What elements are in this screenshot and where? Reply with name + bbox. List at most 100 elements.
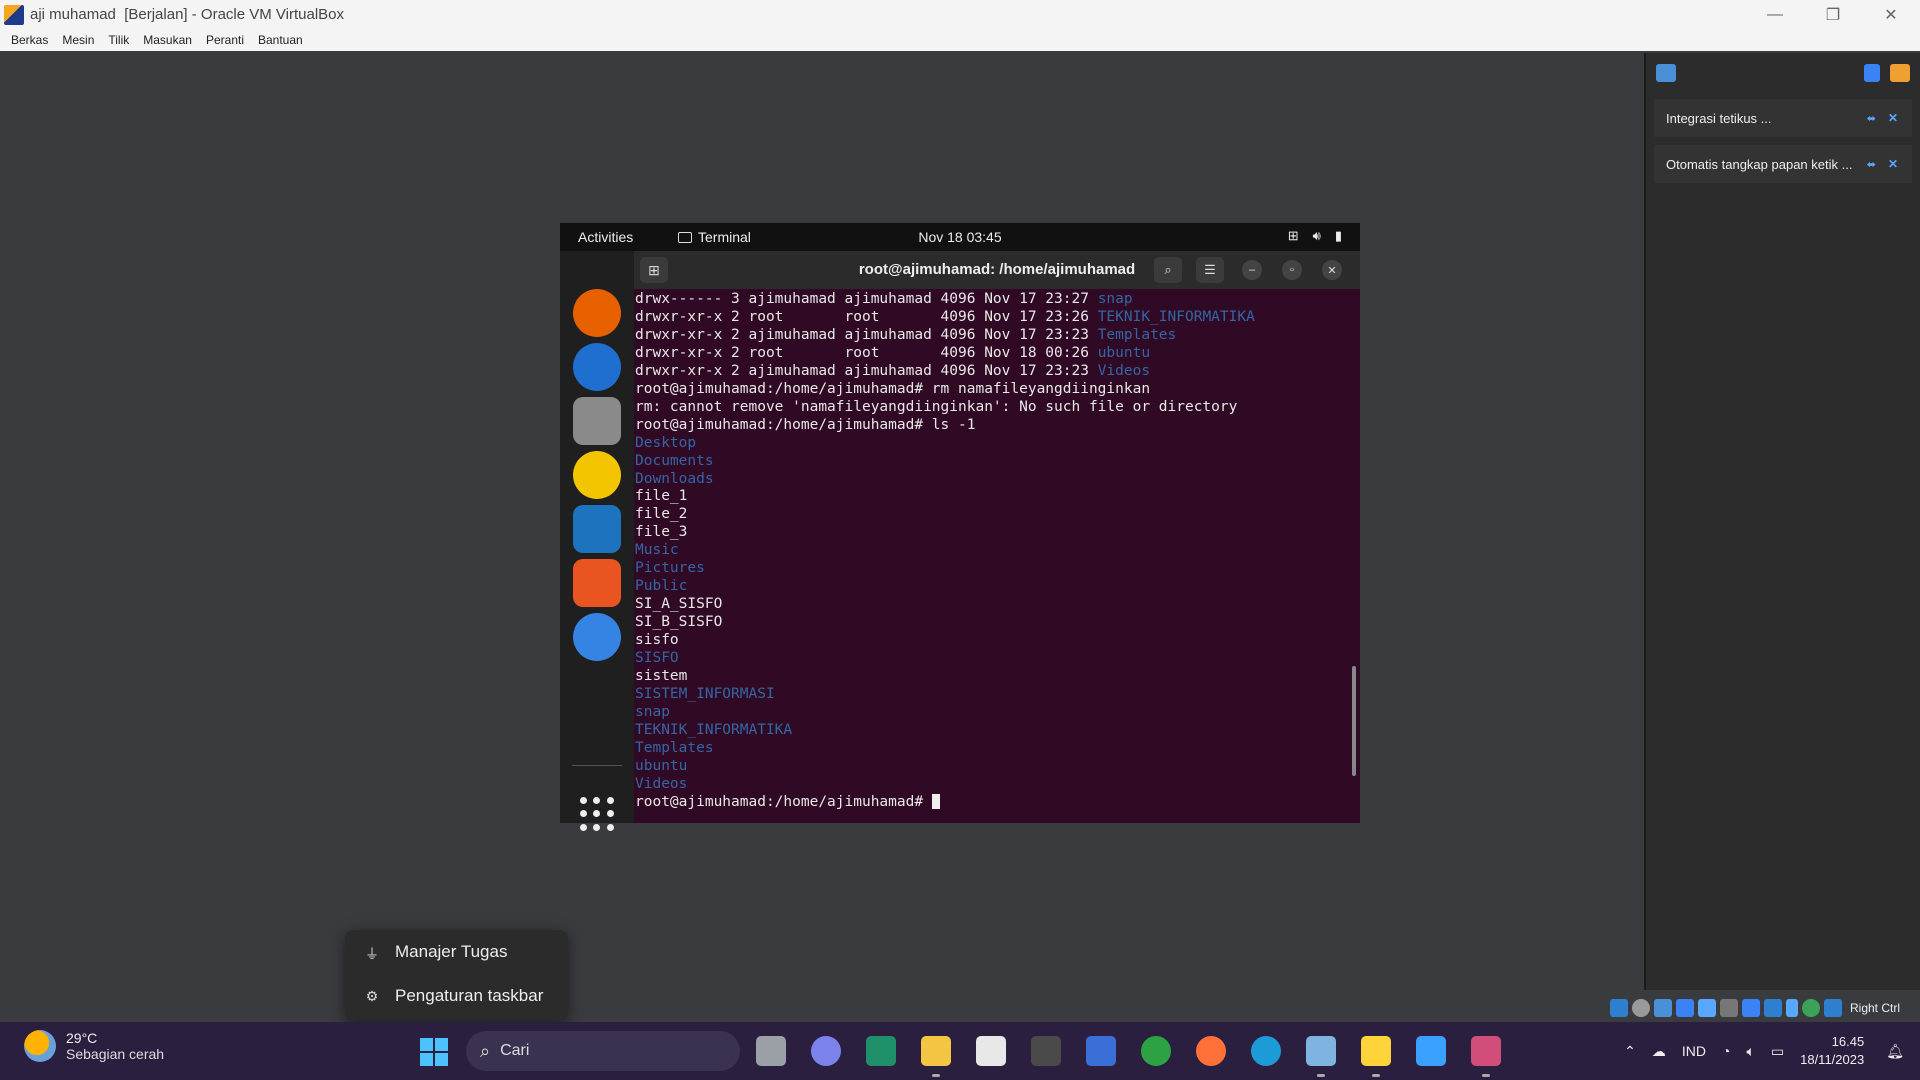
terminal-line-text: root@ajimuhamad:/home/ajimuhamad# ls -1: [635, 416, 976, 433]
terminal-line: ubuntu: [635, 758, 1360, 776]
terminal-line: drwxr-xr-x 2 ajimuhamad ajimuhamad 4096 …: [635, 327, 1360, 345]
python-icon[interactable]: [1361, 1036, 1391, 1066]
terminal-maximize-button[interactable]: ▫: [1282, 260, 1302, 280]
pin-icon[interactable]: ⬌: [1867, 112, 1876, 125]
new-tab-button[interactable]: ⊞: [640, 257, 668, 283]
time: 16.45: [1831, 1034, 1865, 1049]
notifications-icon[interactable]: 🔔︎: [1886, 1043, 1904, 1060]
terminal-minimize-button[interactable]: –: [1242, 260, 1262, 280]
weather-widget[interactable]: 29°C Sebagian cerah: [24, 1030, 164, 1062]
wifi-icon[interactable]: ◔: [1722, 1043, 1730, 1059]
files-icon[interactable]: [573, 397, 621, 445]
system-menu[interactable]: ⊞ 🔊︎ ▮: [1288, 228, 1342, 244]
writer-icon[interactable]: [573, 505, 621, 553]
host-key-label: Right Ctrl: [1850, 1001, 1901, 1015]
search-button[interactable]: ⌕: [1154, 257, 1182, 283]
virtualbox-icon[interactable]: [1306, 1036, 1336, 1066]
window-title: aji muhamad [Berjalan] - Oracle VM Virtu…: [30, 6, 345, 23]
thunderbird-icon[interactable]: [573, 343, 621, 391]
menu-berkas[interactable]: Berkas: [4, 33, 55, 47]
notification-panel: Integrasi tetikus ... ⬌ ✕ Otomatis tangk…: [1644, 53, 1920, 990]
app-menu[interactable]: Terminal: [678, 229, 751, 245]
hamburger-menu-button[interactable]: ☰: [1196, 257, 1224, 283]
unity-icon[interactable]: [1031, 1036, 1061, 1066]
dismiss-icon[interactable]: ✕: [1888, 111, 1898, 125]
usb-icon[interactable]: [1698, 999, 1716, 1017]
pin-icon[interactable]: ⬌: [1867, 158, 1876, 171]
terminal-line: drwx------ 3 ajimuhamad ajimuhamad 4096 …: [635, 291, 1360, 309]
help-icon[interactable]: [573, 613, 621, 661]
terminal-close-button[interactable]: ✕: [1322, 260, 1342, 280]
firefox-icon[interactable]: [573, 289, 621, 337]
vm-screen[interactable]: Activities Terminal Nov 18 03:45 ⊞ 🔊︎ ▮ …: [560, 223, 1360, 831]
activities-button[interactable]: Activities: [578, 229, 633, 245]
terminal-scrollbar[interactable]: [1352, 666, 1356, 776]
show-apps-icon[interactable]: [580, 797, 614, 831]
menu-tilik[interactable]: Tilik: [101, 33, 136, 47]
menu-masukan[interactable]: Masukan: [136, 33, 199, 47]
cpu-icon[interactable]: [1786, 999, 1798, 1017]
teams-icon[interactable]: [811, 1036, 841, 1066]
restore-button[interactable]: ❐: [1804, 0, 1862, 29]
rhythmbox-icon[interactable]: [573, 451, 621, 499]
minimize-button[interactable]: —: [1746, 0, 1804, 29]
software-icon[interactable]: [573, 559, 621, 607]
vs-icon[interactable]: [1086, 1036, 1116, 1066]
xbox-icon[interactable]: [1141, 1036, 1171, 1066]
display-icon[interactable]: [1742, 999, 1760, 1017]
start-button[interactable]: [420, 1038, 448, 1066]
keyboard-capture-icon[interactable]: [1824, 999, 1842, 1017]
directory-name: Public: [635, 578, 688, 595]
notification-item[interactable]: Integrasi tetikus ... ⬌ ✕: [1654, 99, 1912, 137]
dismiss-icon[interactable]: ✕: [1888, 157, 1898, 171]
menu-item-task-manager[interactable]: ⏚ Manajer Tugas: [345, 930, 568, 974]
edge-icon[interactable]: [1251, 1036, 1281, 1066]
chevron-up-icon[interactable]: ⌃: [1624, 1043, 1636, 1060]
menu-bantuan[interactable]: Bantuan: [251, 33, 310, 47]
terminal-window[interactable]: ⊞ root@ajimuhamad: /home/ajimuhamad ⌕ ☰ …: [634, 251, 1360, 823]
directory-name: TEKNIK_INFORMATIKA: [635, 721, 793, 738]
terminal-icon: [678, 231, 692, 243]
network-adapter-icon[interactable]: [1676, 999, 1694, 1017]
directory-name: Downloads: [635, 470, 714, 487]
terminal-line-text: root@ajimuhamad:/home/ajimuhamad# rm nam…: [635, 380, 1151, 397]
date: 18/11/2023: [1800, 1052, 1865, 1067]
ide-icon[interactable]: [866, 1036, 896, 1066]
clock[interactable]: 16.45 18/11/2023: [1800, 1033, 1864, 1069]
file-explorer-icon[interactable]: [921, 1036, 951, 1066]
terminal-prompt-line[interactable]: root@ajimuhamad:/home/ajimuhamad#: [635, 794, 1360, 812]
menu-peranti[interactable]: Peranti: [199, 33, 251, 47]
guest-additions-icon[interactable]: [1802, 999, 1820, 1017]
search-box[interactable]: ⌕ Cari: [466, 1031, 740, 1071]
sort-icon[interactable]: [1864, 64, 1880, 82]
menu-item-taskbar-settings[interactable]: ⚙ Pengaturan taskbar: [345, 974, 568, 1018]
hard-disk-icon[interactable]: [1610, 999, 1628, 1017]
terminal-line: sistem: [635, 668, 1360, 686]
terminal-line-text: file_1: [635, 488, 688, 505]
snipping-tool-icon[interactable]: [1471, 1036, 1501, 1066]
ms-store-icon[interactable]: [976, 1036, 1006, 1066]
terminal-line-text: drwxr-xr-x 2 root root 4096 Nov 17 23:26: [635, 308, 1098, 325]
photos-icon[interactable]: [1416, 1036, 1446, 1066]
language-indicator[interactable]: IND: [1682, 1043, 1706, 1059]
menu-mesin[interactable]: Mesin: [55, 33, 101, 47]
notification-item[interactable]: Otomatis tangkap papan ketik ... ⬌ ✕: [1654, 145, 1912, 183]
clear-all-icon[interactable]: [1890, 64, 1910, 82]
close-button[interactable]: ✕: [1862, 0, 1920, 29]
notification-center-icon[interactable]: [1656, 64, 1676, 82]
speaker-icon[interactable]: 🔈︎: [1746, 1043, 1754, 1060]
onedrive-icon[interactable]: ☁: [1652, 1043, 1666, 1060]
terminal-line-text: rm: cannot remove 'namafileyangdiinginka…: [635, 398, 1238, 415]
terminal-line: root@ajimuhamad:/home/ajimuhamad# ls -1: [635, 417, 1360, 435]
terminal-line: Desktop: [635, 435, 1360, 453]
optical-drive-icon[interactable]: [1632, 999, 1650, 1017]
audio-icon[interactable]: [1654, 999, 1672, 1017]
recording-icon[interactable]: [1764, 999, 1782, 1017]
terminal-output[interactable]: drwx------ 3 ajimuhamad ajimuhamad 4096 …: [634, 289, 1360, 823]
shared-folders-icon[interactable]: [1720, 999, 1738, 1017]
battery-icon[interactable]: ▭: [1771, 1043, 1784, 1060]
terminal-cursor: [931, 794, 940, 810]
directory-name: SISFO: [635, 650, 679, 667]
firefox-icon[interactable]: [1196, 1036, 1226, 1066]
task-view-icon[interactable]: [756, 1036, 786, 1066]
